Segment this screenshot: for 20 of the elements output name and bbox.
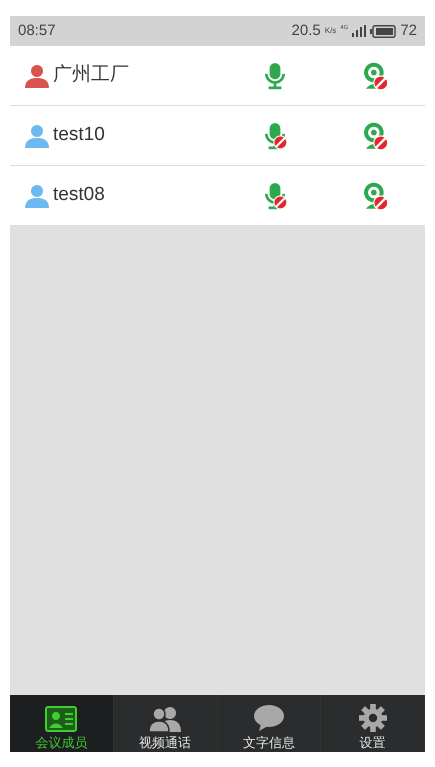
microphone-icon[interactable] xyxy=(262,122,288,150)
clock: 08:57 xyxy=(18,20,56,41)
member-name: test08 xyxy=(53,183,106,208)
tab[interactable]: 文字信息 xyxy=(218,695,322,752)
tab[interactable]: 会议成员 xyxy=(10,695,114,752)
member-name: test10 xyxy=(53,123,106,148)
network-speed: 20.5 xyxy=(292,20,321,41)
settings-icon xyxy=(358,704,387,732)
speed-unit: K/s xyxy=(324,25,336,37)
speech-bubble-icon xyxy=(252,704,285,732)
member-name: 广州工厂 xyxy=(53,63,130,88)
battery-level: 72 xyxy=(400,20,417,41)
tab[interactable]: 视频通话 xyxy=(114,695,218,752)
microphone-icon[interactable] xyxy=(262,182,288,210)
battery-icon xyxy=(370,24,396,38)
people-icon xyxy=(148,706,182,732)
signal-icon xyxy=(352,25,366,37)
contact-card-icon xyxy=(45,706,78,732)
microphone-icon[interactable] xyxy=(262,62,288,90)
tab[interactable]: 设置 xyxy=(321,695,425,752)
